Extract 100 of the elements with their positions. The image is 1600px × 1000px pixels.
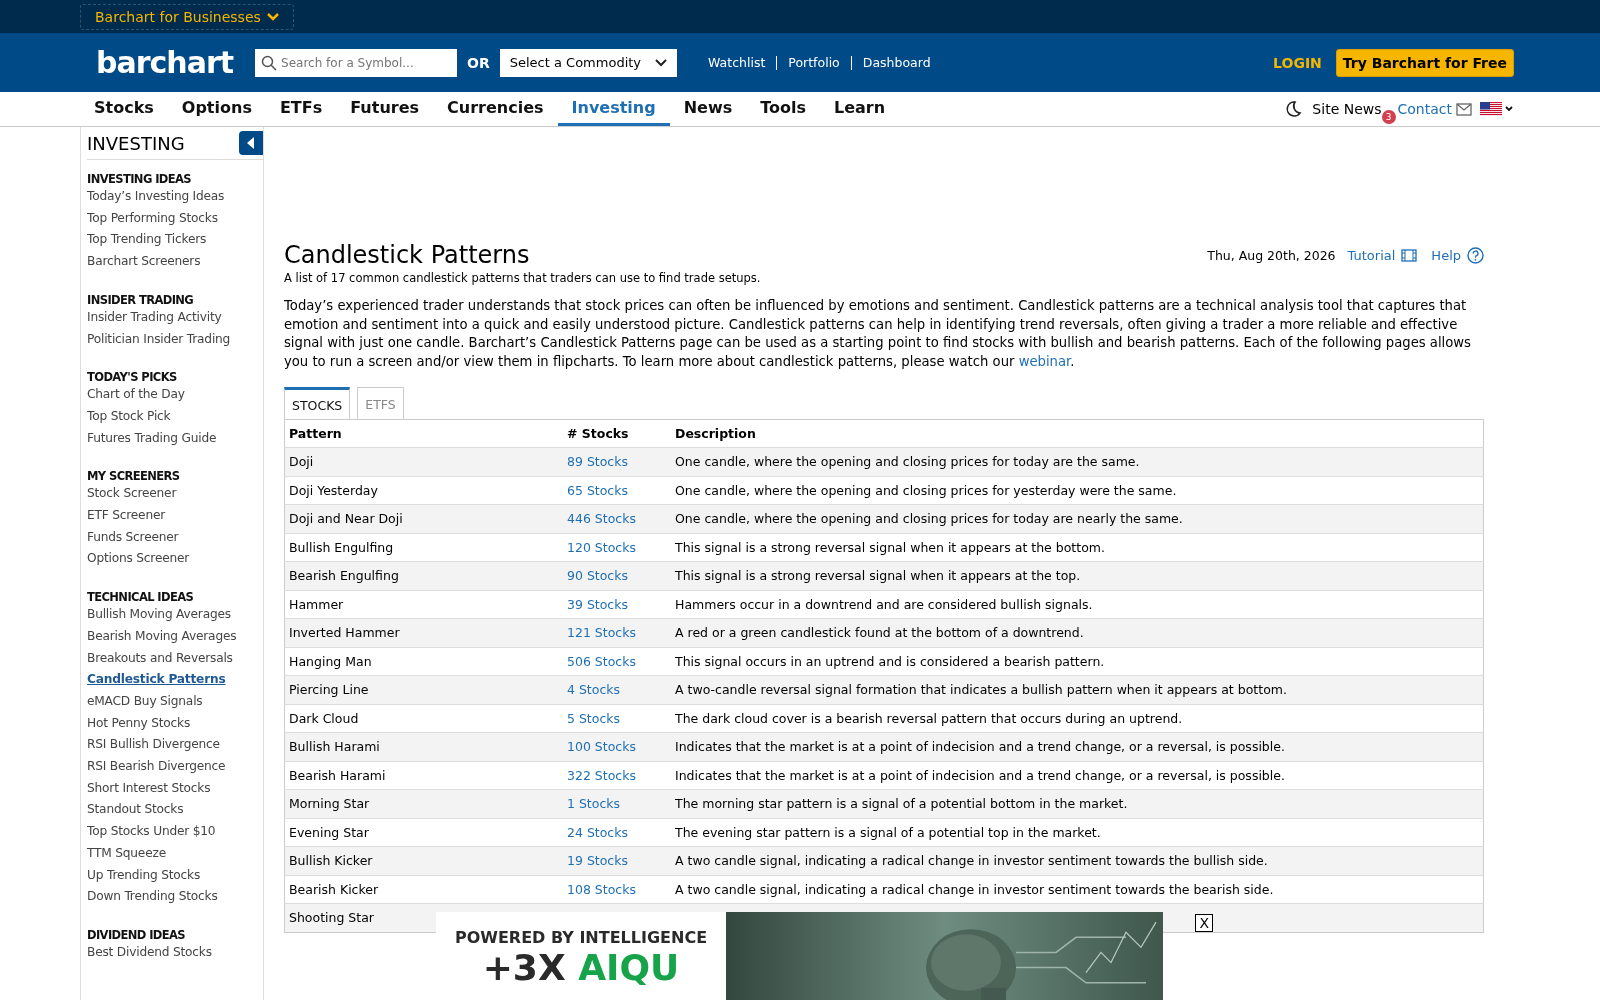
- stocks-link[interactable]: 108 Stocks: [567, 881, 636, 897]
- header-link[interactable]: Portfolio: [777, 55, 851, 70]
- header-link[interactable]: Watchlist: [697, 55, 777, 70]
- sidebar-link[interactable]: Stock Screener: [87, 483, 263, 506]
- nav-tab[interactable]: Learn: [820, 92, 900, 126]
- table-tab[interactable]: ETFS: [357, 387, 404, 419]
- help-icon[interactable]: [1467, 246, 1484, 264]
- sidebar-link[interactable]: Short Interest Stocks: [87, 777, 263, 800]
- sidebar-link[interactable]: Top Trending Tickers: [87, 229, 263, 252]
- moon-icon[interactable]: [1284, 100, 1303, 118]
- section-heading: MY SCREENERS: [87, 469, 181, 484]
- pattern-cell: Doji and Near Doji: [284, 504, 563, 533]
- description-cell: This signal occurs in an uptrend and is considered a bearish pattern.: [675, 653, 1105, 669]
- collapse-button[interactable]: [239, 131, 263, 155]
- chevron-down-icon: [655, 58, 668, 67]
- ad-multiplier: +3X: [482, 946, 566, 988]
- pattern-cell: Bullish Kicker: [284, 846, 563, 875]
- section-heading: INSIDER TRADING: [87, 292, 195, 307]
- sidebar-link[interactable]: RSI Bullish Divergence: [87, 734, 263, 757]
- page-title: Candlestick Patterns: [284, 241, 530, 269]
- header-link[interactable]: Dashboard: [851, 55, 942, 70]
- or-label: OR: [467, 54, 490, 71]
- stocks-link[interactable]: 24 Stocks: [567, 824, 628, 840]
- try-free-button[interactable]: Try Barchart for Free: [1335, 48, 1514, 77]
- description-cell: The morning star pattern is a signal of a potential bottom in the market.: [675, 796, 1128, 812]
- business-menu[interactable]: Barchart for Businesses: [80, 3, 294, 30]
- table-tab[interactable]: STOCKS: [284, 387, 351, 419]
- description-cell: A red or a green candlestick found at the bottom of a downtrend.: [675, 625, 1084, 641]
- nav-tab[interactable]: Currencies: [433, 92, 558, 126]
- description-cell: One candle, where the opening and closing prices for today are the same.: [675, 454, 1140, 470]
- stocks-link[interactable]: 120 Stocks: [567, 539, 636, 555]
- description-cell: A two-candle reversal signal formation that indicates a bullish pattern when it appears at bottom.: [675, 682, 1287, 698]
- description-cell: This signal is a strong reversal signal when it appears at the bottom.: [675, 539, 1105, 555]
- sidebar-link[interactable]: Top Stock Pick: [87, 405, 263, 428]
- column-header: Pattern: [284, 419, 563, 448]
- mail-icon[interactable]: [1456, 102, 1472, 116]
- sidebar-link[interactable]: Barchart Screeners: [87, 251, 263, 273]
- login-link[interactable]: LOGIN: [1273, 54, 1322, 71]
- description-cell: The evening star pattern is a signal of a potential top in the market.: [675, 824, 1101, 840]
- stocks-link[interactable]: 322 Stocks: [567, 767, 636, 783]
- close-button[interactable]: X: [1195, 914, 1213, 932]
- sidebar-link[interactable]: Top Stocks Under $10: [87, 821, 263, 843]
- flag-icon[interactable]: [1480, 102, 1514, 116]
- contact-link[interactable]: Contact: [1397, 101, 1452, 117]
- sidebar-link[interactable]: Hot Penny Stocks: [87, 712, 263, 735]
- sidebar-link[interactable]: ETF Screener: [87, 505, 263, 527]
- sidebar-link[interactable]: Breakouts and Reversals: [87, 647, 263, 670]
- sidebar-link[interactable]: Today’s Investing Ideas: [87, 186, 263, 208]
- webinar-link[interactable]: webinar: [1018, 353, 1071, 369]
- sidebar-link[interactable]: RSI Bearish Divergence: [87, 756, 263, 778]
- description-cell: The dark cloud cover is a bearish reversal pattern that occurs during an uptrend.: [675, 710, 1183, 726]
- stocks-link[interactable]: 39 Stocks: [567, 596, 628, 612]
- sidebar-link[interactable]: Politician Insider Trading: [87, 328, 263, 351]
- sidebar-link[interactable]: Up Trending Stocks: [87, 864, 263, 887]
- sidebar-link[interactable]: Insider Trading Activity: [87, 306, 263, 329]
- sidebar-link[interactable]: TTM Squeeze: [87, 842, 263, 865]
- ad-brand: AIQU: [578, 946, 680, 988]
- stocks-link[interactable]: 506 Stocks: [567, 653, 636, 669]
- stocks-link[interactable]: 5 Stocks: [567, 710, 621, 726]
- sidebar-link[interactable]: Standout Stocks: [87, 799, 263, 822]
- nav-tab[interactable]: Tools: [746, 92, 820, 126]
- sidebar-link[interactable]: Funds Screener: [87, 526, 263, 549]
- sidebar-link[interactable]: Options Screener: [87, 548, 263, 571]
- search-field[interactable]: Search for a Symbol...: [255, 48, 458, 77]
- nav-tab[interactable]: Investing: [557, 92, 670, 126]
- sidebar-link[interactable]: Candlestick Patterns: [87, 669, 263, 691]
- commodity-select[interactable]: Select a Commodity: [499, 48, 678, 77]
- tutorial-link[interactable]: Tutorial: [1347, 247, 1396, 263]
- stocks-link[interactable]: 65 Stocks: [567, 482, 628, 498]
- film-icon[interactable]: [1401, 248, 1418, 262]
- sidebar-link[interactable]: Chart of the Day: [87, 384, 263, 406]
- pattern-cell: Morning Star: [284, 789, 563, 818]
- section-heading: INVESTING IDEAS: [87, 172, 192, 186]
- section-heading: TECHNICAL IDEAS: [87, 590, 195, 605]
- chevron-down-icon: [266, 11, 279, 22]
- description-cell: This signal is a strong reversal signal when it appears at the top.: [675, 568, 1081, 584]
- nav-tab[interactable]: Options: [167, 92, 266, 126]
- help-link[interactable]: Help: [1431, 247, 1461, 263]
- pattern-cell: Piercing Line: [284, 675, 563, 704]
- sidebar-link[interactable]: Down Trending Stocks: [87, 886, 263, 908]
- sidebar-link[interactable]: Best Dividend Stocks: [87, 942, 263, 964]
- nav-tab[interactable]: Stocks: [80, 92, 168, 126]
- description-cell: Indicates that the market is at a point of indecision and a trend change, or a reversal, is possible.: [675, 767, 1285, 783]
- nav-tab[interactable]: Futures: [336, 92, 434, 126]
- sidebar-link[interactable]: Top Performing Stocks: [87, 207, 263, 230]
- sidebar-link[interactable]: Bearish Moving Averages: [87, 625, 263, 648]
- sidebar-link[interactable]: Futures Trading Guide: [87, 427, 263, 450]
- description-cell: One candle, where the opening and closing prices for yesterday were the same.: [675, 482, 1177, 498]
- section-heading: DIVIDEND IDEAS: [87, 928, 187, 942]
- nav-tab[interactable]: News: [669, 92, 747, 126]
- sidebar-link[interactable]: Bullish Moving Averages: [87, 604, 263, 626]
- notification-badge: 3: [1381, 110, 1396, 124]
- column-header: # Stocks: [563, 419, 671, 448]
- column-header: Description: [671, 419, 1484, 448]
- description-cell: Indicates that the market is at a point of indecision and a trend change, or a reversal, is possible.: [675, 739, 1285, 755]
- sidebar-link[interactable]: eMACD Buy Signals: [87, 690, 263, 713]
- site-news-link[interactable]: Site News: [1312, 101, 1382, 117]
- nav-tab[interactable]: ETFs: [265, 92, 337, 126]
- description-cell: A two candle signal, indicating a radical change in investor sentiment towards the bullish side.: [675, 853, 1268, 869]
- logo[interactable]: barchart: [96, 45, 234, 80]
